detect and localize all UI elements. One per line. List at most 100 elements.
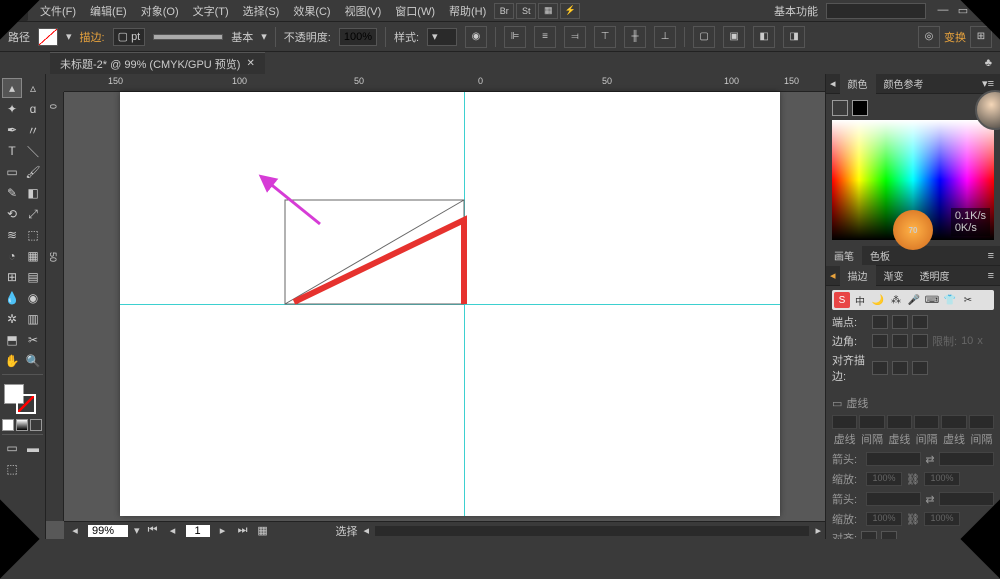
brush-panel-menu-icon[interactable]: ≡ (982, 250, 1000, 262)
arrow-scale-start-field[interactable]: 100% (866, 472, 902, 486)
document-tab[interactable]: 未标题-2* @ 99% (CMYK/GPU 预览) ✕ (50, 52, 265, 75)
gap-field-1[interactable] (859, 415, 884, 429)
arrow-extend-icon[interactable] (861, 531, 877, 539)
ime-lang[interactable]: 中 (852, 292, 868, 308)
mesh-tool[interactable]: ⊞ (2, 267, 22, 287)
isolate-icon[interactable]: ◎ (918, 26, 940, 48)
shape-mode-3-icon[interactable]: ◧ (753, 26, 775, 48)
eyedropper-tool[interactable]: 💧 (2, 288, 22, 308)
arrowhead-end-dropdown2[interactable] (939, 492, 994, 506)
ime-skin-icon[interactable]: 👕 (942, 292, 958, 308)
arrowhead-start-dropdown2[interactable] (866, 492, 921, 506)
zoom-field[interactable]: 99% (88, 525, 128, 537)
ime-moon-icon[interactable]: 🌙 (870, 292, 886, 308)
arrowhead-end-dropdown[interactable] (939, 452, 994, 466)
tab-transparency[interactable]: 透明度 (912, 265, 958, 286)
opacity-field[interactable]: 100% (339, 28, 377, 46)
fill-stroke-control[interactable] (2, 382, 43, 414)
ime-symbol-icon[interactable]: ⁂ (888, 292, 904, 308)
stroke-profile[interactable] (153, 34, 223, 40)
align-right-icon[interactable]: ⫤ (564, 26, 586, 48)
rotate-tool[interactable]: ⟲ (2, 204, 22, 224)
width-tool[interactable]: ≋ (2, 225, 22, 245)
shape-builder-tool[interactable]: ◔ (2, 246, 22, 266)
window-minimize-icon[interactable]: — (934, 4, 952, 17)
gradient-mode-icon[interactable] (16, 419, 28, 431)
screen-mode-full[interactable]: ▬ (23, 438, 43, 458)
hand-tool[interactable]: ✋ (2, 351, 22, 371)
gap-field-3[interactable] (969, 415, 994, 429)
gradient-tool[interactable]: ▤ (23, 267, 43, 287)
artboard[interactable] (120, 92, 780, 516)
align-top-icon[interactable]: ⊤ (594, 26, 616, 48)
color-mode-icon[interactable] (2, 419, 14, 431)
shape-mode-4-icon[interactable]: ◨ (783, 26, 805, 48)
align-hcenter-icon[interactable]: ≡ (534, 26, 556, 48)
tab-color-guide[interactable]: 颜色参考 (876, 74, 932, 94)
gpu-icon[interactable]: ⚡ (560, 3, 580, 19)
dash-field-2[interactable] (887, 415, 912, 429)
perspective-tool[interactable]: ▦ (23, 246, 43, 266)
type-tool[interactable]: T (2, 141, 22, 161)
pencil-tool[interactable]: ✎ (2, 183, 22, 203)
direct-selection-tool[interactable]: ▵ (23, 78, 43, 98)
scale-tool[interactable]: ⤢ (23, 204, 43, 224)
ime-toolbar[interactable]: S 中 🌙 ⁂ 🎤 ⌨ 👕 ✂ (832, 290, 994, 310)
none-mode-icon[interactable] (30, 419, 42, 431)
eraser-tool[interactable]: ◧ (23, 183, 43, 203)
graph-tool[interactable]: ▥ (23, 309, 43, 329)
align-stroke-center-icon[interactable] (872, 361, 888, 375)
curvature-tool[interactable]: 〃 (23, 120, 43, 140)
link-scale-icon[interactable]: ⛓ (906, 473, 920, 486)
cap-butt-icon[interactable] (872, 315, 888, 329)
line-tool[interactable]: ＼ (23, 141, 43, 161)
menu-view[interactable]: 视图(V) (339, 1, 388, 21)
dash-checkbox[interactable]: ▭ (832, 397, 842, 410)
menu-edit[interactable]: 编辑(E) (84, 1, 133, 21)
free-transform-tool[interactable]: ⬚ (23, 225, 43, 245)
dash-field-3[interactable] (941, 415, 966, 429)
join-miter-icon[interactable] (872, 334, 888, 348)
cap-square-icon[interactable] (912, 315, 928, 329)
style-dropdown[interactable]: ▾ (427, 28, 457, 46)
stroke-panel-menu-icon[interactable]: ≡ (982, 270, 1000, 282)
last-page-icon[interactable]: ⏭ (236, 524, 250, 537)
tab-stroke[interactable]: 描边 (840, 265, 876, 286)
arrow-tip-icon[interactable] (881, 531, 897, 539)
color-spectrum[interactable]: 0.1K/s 0K/s 70 (832, 120, 994, 240)
tab-gradient[interactable]: 渐变 (876, 265, 912, 286)
menu-object[interactable]: 对象(O) (135, 1, 185, 21)
menu-type[interactable]: 文字(T) (187, 1, 235, 21)
dash-field-1[interactable] (832, 415, 857, 429)
menu-help[interactable]: 帮助(H) (443, 1, 492, 21)
align-stroke-inside-icon[interactable] (892, 361, 908, 375)
join-round-icon[interactable] (892, 334, 908, 348)
menu-select[interactable]: 选择(S) (237, 1, 286, 21)
stroke-weight-field[interactable]: ▢ pt (113, 28, 146, 46)
panel-collapse-icon[interactable]: ◂ (826, 77, 840, 90)
prev-page-icon[interactable]: ◂ (166, 524, 180, 537)
horizontal-scrollbar[interactable] (375, 526, 809, 536)
color-fill-swatch[interactable] (832, 100, 848, 116)
bridge-icon[interactable]: Br (494, 3, 514, 19)
swap-arrowheads-icon[interactable]: ⇄ (925, 453, 934, 466)
vertical-ruler[interactable]: 0 50 (46, 92, 64, 521)
ime-keyboard-icon[interactable]: ⌨ (924, 292, 940, 308)
symbol-sprayer-tool[interactable]: ✲ (2, 309, 22, 329)
artwork[interactable] (120, 92, 780, 516)
selection-tool[interactable]: ▴ (2, 78, 22, 98)
arrowhead-start-dropdown[interactable] (866, 452, 921, 466)
shape-mode-1-icon[interactable]: ▢ (693, 26, 715, 48)
change-screen-mode[interactable]: ⬚ (2, 459, 22, 479)
align-left-icon[interactable]: ⊫ (504, 26, 526, 48)
align-bottom-icon[interactable]: ⊥ (654, 26, 676, 48)
workspace-switcher[interactable]: 基本功能 (774, 3, 818, 19)
search-input[interactable] (826, 3, 926, 19)
tab-brushes[interactable]: 画笔 (826, 245, 862, 266)
gap-field-2[interactable] (914, 415, 939, 429)
zoom-tool[interactable]: 🔍 (23, 351, 43, 371)
artboard-nav-icon[interactable]: ▦ (256, 524, 270, 537)
ruler-origin[interactable] (46, 74, 64, 92)
artboard-tool[interactable]: ⬒ (2, 330, 22, 350)
recolor-icon[interactable]: ◉ (465, 26, 487, 48)
